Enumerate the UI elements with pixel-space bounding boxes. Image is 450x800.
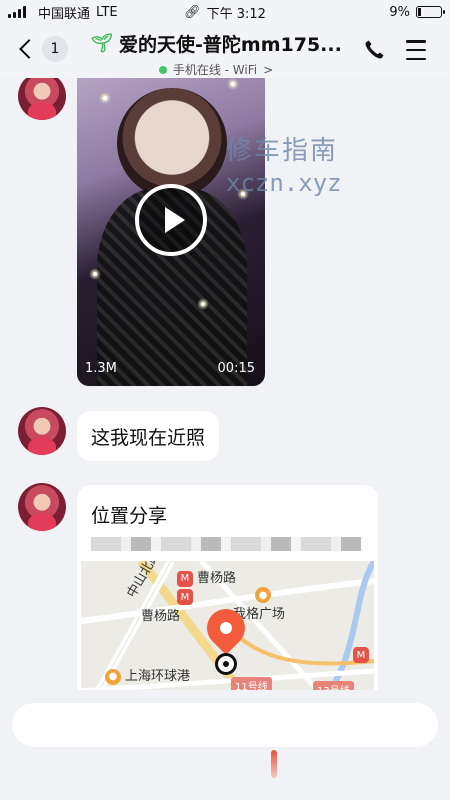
online-dot-icon	[158, 65, 167, 74]
map-label: 曹杨路	[141, 609, 181, 624]
location-title: 位置分享	[91, 505, 168, 527]
time-label: 下午 3:12	[206, 6, 266, 22]
avatar[interactable]	[18, 483, 66, 531]
map-label: ● 上海环球港	[105, 665, 190, 685]
text-message[interactable]: 这我现在近照	[77, 411, 220, 461]
metro-icon: M	[177, 570, 193, 587]
avatar[interactable]	[18, 78, 66, 120]
sprout-icon: 🌱︎	[90, 33, 114, 54]
back-arrow-icon	[19, 39, 39, 59]
sparkle-decoration	[99, 92, 111, 104]
status-left: 中国联通 LTE	[8, 3, 118, 22]
metro-icon: M	[177, 589, 193, 605]
metro-line-tag: 13号线	[313, 681, 354, 690]
chat-title-area[interactable]: 🌱︎ 爱的天使-普陀mm175... 手机在线 - WiFi >	[86, 30, 346, 78]
metro-line-tag: 11号线	[231, 677, 272, 690]
video-message[interactable]: 1.3M 00:15	[77, 78, 265, 386]
link-icon: 🔗︎	[184, 4, 201, 20]
status-bar: 中国联通 LTE 🔗︎ 下午 3:12 9%	[0, 0, 450, 24]
chat-header: 1 🌱︎ 爱的天使-普陀mm175... 手机在线 - WiFi >	[0, 24, 450, 78]
sparkle-decoration	[227, 78, 239, 90]
message-text: 这我现在近照	[91, 426, 206, 449]
carrier-label: 中国联通	[38, 6, 91, 22]
unread-badge: 1	[42, 36, 68, 62]
menu-icon[interactable]	[406, 40, 426, 60]
battery-percent: 9%	[389, 4, 410, 20]
metro-icon: M	[353, 647, 369, 663]
sparkle-decoration	[89, 268, 101, 280]
scroll-indicator	[271, 750, 277, 778]
map-label: M 曹杨路	[177, 567, 236, 587]
play-button[interactable]	[135, 184, 207, 256]
avatar[interactable]	[18, 407, 66, 455]
watermark-url: xczn.xyz	[226, 169, 342, 197]
network-label: LTE	[96, 4, 118, 20]
signal-icon	[8, 6, 26, 18]
chat-area[interactable]: 1.3M 00:15 修车指南 xczn.xyz 这我现在近照 位置分享 M 曹…	[0, 78, 450, 690]
mall-icon: ●	[255, 587, 271, 603]
mall-icon: ●	[105, 668, 121, 685]
input-area	[0, 690, 450, 800]
online-status: 手机在线 - WiFi >	[86, 61, 346, 78]
watermark-text: 修车指南	[226, 136, 339, 166]
location-address-redacted	[91, 537, 361, 551]
watermark: 修车指南 xczn.xyz	[226, 130, 342, 197]
status-right: 9%	[389, 4, 445, 20]
video-size: 1.3M	[85, 361, 117, 376]
video-thumbnail	[117, 88, 227, 198]
video-duration: 00:15	[217, 361, 255, 376]
battery-icon	[416, 6, 445, 18]
message-input[interactable]	[12, 703, 438, 747]
back-button[interactable]: 1	[16, 36, 68, 62]
chat-title: 🌱︎ 爱的天使-普陀mm175...	[86, 30, 346, 57]
location-message[interactable]: 位置分享 M 曹杨路 曹杨路 M 中山北路 我格广场 ● ● 上海环球港 11号线 …	[77, 485, 378, 690]
location-map[interactable]: M曹杨路 曹杨路 M 中山北路 我格广场 ● ●上海环球港 11号线 13号线 …	[81, 561, 374, 690]
online-status-text: 手机在线 - WiFi	[172, 63, 258, 77]
sparkle-decoration	[197, 298, 209, 310]
chat-title-text: 爱的天使-普陀mm175...	[119, 34, 342, 56]
chevron-right-icon: >	[263, 62, 274, 77]
location-dot-icon	[215, 653, 237, 675]
phone-icon[interactable]	[362, 38, 386, 62]
